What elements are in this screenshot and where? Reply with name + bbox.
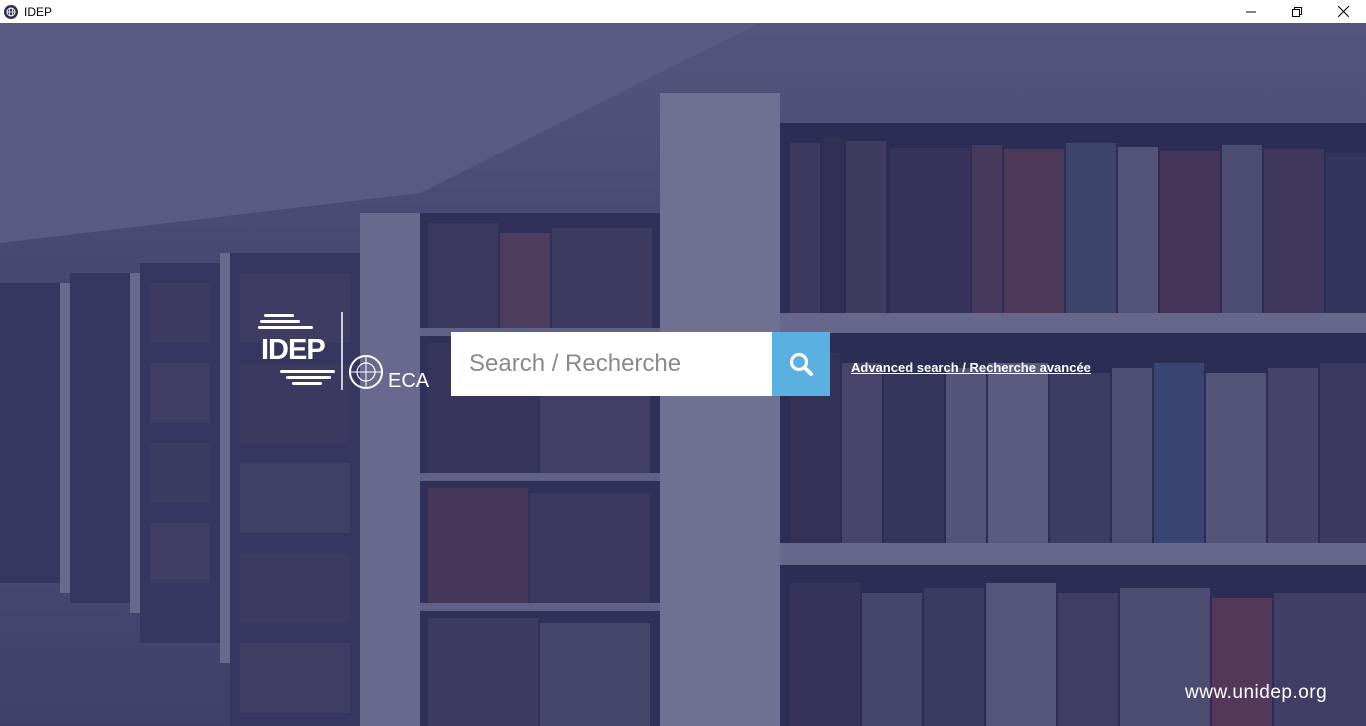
close-icon: [1337, 6, 1349, 17]
logo-text: IDEP: [261, 334, 326, 366]
restore-icon: [1292, 6, 1302, 17]
minimize-button[interactable]: [1228, 0, 1274, 23]
idep-eca-logo: IDEP ECA: [258, 308, 430, 398]
search-icon: [789, 352, 813, 376]
advanced-search-link[interactable]: Advanced search / Recherche avancée: [851, 360, 1091, 375]
minimize-icon: [1246, 11, 1256, 12]
title-bar: IDEP: [0, 0, 1366, 24]
search-button[interactable]: [772, 332, 830, 396]
restore-button[interactable]: [1274, 0, 1320, 23]
logo-partner-text: ECA: [388, 370, 430, 392]
site-url: www.unidep.org: [1185, 682, 1328, 703]
close-button[interactable]: [1320, 0, 1366, 23]
un-emblem-icon: [349, 355, 383, 389]
window-title: IDEP: [24, 4, 53, 19]
app-globe-icon: [4, 4, 18, 19]
search-input[interactable]: [451, 332, 772, 396]
